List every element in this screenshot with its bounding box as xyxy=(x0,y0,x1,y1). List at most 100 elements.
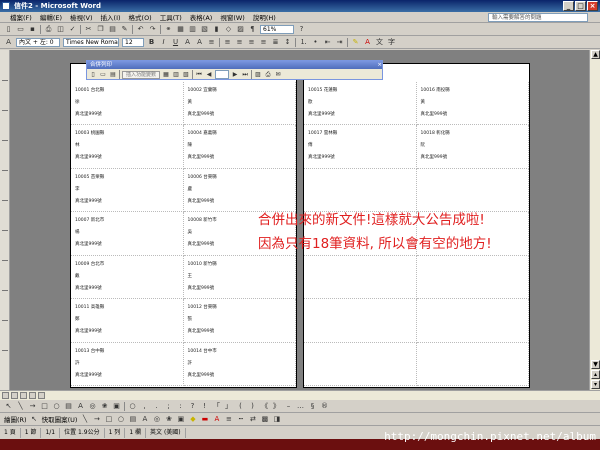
copy-icon[interactable]: ❐ xyxy=(96,25,105,34)
last-record-icon[interactable]: ⏭ xyxy=(241,71,249,79)
oval-icon[interactable]: ○ xyxy=(52,402,61,411)
paren-close-icon[interactable]: ) xyxy=(248,402,257,411)
semicolon-icon[interactable]: ; xyxy=(164,402,173,411)
minimize-button[interactable]: _ xyxy=(563,1,574,11)
scroll-down-icon[interactable]: ▼ xyxy=(591,360,600,369)
arrow-icon[interactable]: → xyxy=(28,402,37,411)
insert-field-button[interactable]: 插入功能變數 xyxy=(122,70,161,79)
main-document-setup-icon[interactable]: ▯ xyxy=(89,71,97,79)
previous-page-icon[interactable]: ▴ xyxy=(591,370,600,379)
draw-wordart-icon[interactable]: A xyxy=(140,415,149,424)
draw-menu-button[interactable]: 繪圖(R) xyxy=(4,414,27,424)
3d-icon[interactable]: ◨ xyxy=(272,415,281,424)
picture-icon[interactable]: ▣ xyxy=(112,402,121,411)
styles-pane-icon[interactable]: A xyxy=(4,38,13,47)
line-style-icon[interactable]: ≡ xyxy=(224,415,233,424)
draw-font-color-icon[interactable]: A xyxy=(212,415,221,424)
empty-label[interactable] xyxy=(416,168,529,213)
mailing-label[interactable]: 10015 花蓮縣歐真北里999號 xyxy=(304,82,417,126)
wordart-icon[interactable]: A xyxy=(76,402,85,411)
menu-tools[interactable]: 工具(T) xyxy=(156,12,186,22)
menu-window[interactable]: 視窗(W) xyxy=(216,12,249,22)
title-mark-icon[interactable]: 《 xyxy=(260,402,269,411)
menu-table[interactable]: 表格(A) xyxy=(186,12,217,22)
columns-icon[interactable]: ▮ xyxy=(212,25,221,34)
insert-address-block-icon[interactable]: ▦ xyxy=(162,71,170,79)
print-icon[interactable]: ⎙ xyxy=(44,25,53,34)
menu-edit[interactable]: 編輯(E) xyxy=(36,12,66,22)
ellipsis-icon[interactable]: … xyxy=(296,402,305,411)
paste-icon[interactable]: ▤ xyxy=(108,25,117,34)
highlight-icon[interactable]: ✎ xyxy=(351,38,360,47)
open-folder-icon[interactable]: ▭ xyxy=(16,25,25,34)
horizontal-scrollbar[interactable] xyxy=(0,390,600,400)
bold-icon[interactable]: B xyxy=(147,38,156,47)
font-color-icon[interactable]: A xyxy=(363,38,372,47)
character-border-icon[interactable]: A xyxy=(183,38,192,47)
recipients-icon[interactable]: ▤ xyxy=(109,71,117,79)
vertical-scrollbar[interactable]: ▲ ▼ ▴ ▾ xyxy=(589,50,600,390)
line-icon[interactable]: ╲ xyxy=(16,402,25,411)
empty-label[interactable] xyxy=(304,299,417,343)
autoshapes-menu-button[interactable]: 快取圖案(U) xyxy=(42,414,78,424)
normal-view-icon[interactable] xyxy=(2,392,9,399)
fill-color-icon[interactable]: ◆ xyxy=(188,415,197,424)
clipart-icon[interactable]: ❀ xyxy=(100,402,109,411)
hyperlink-icon[interactable]: ⚭ xyxy=(164,25,173,34)
reading-layout-icon[interactable] xyxy=(38,392,45,399)
menu-insert[interactable]: 插入(I) xyxy=(97,12,125,22)
justify-icon[interactable]: ≡ xyxy=(259,38,268,47)
line-color-icon[interactable]: ▬ xyxy=(200,415,209,424)
mailing-label[interactable]: 10011 高雄縣鄭真北里999號 xyxy=(71,299,184,343)
mail-merge-toolbar[interactable]: 合併列印 × ▯ ▭ ▤ 插入功能變數 ▦ ▥ ▧ ⏮ ◀ ▶ ⏭ ▨ ⎙ ✉ xyxy=(86,60,383,80)
mailing-label[interactable]: 10002 宜蘭縣黃真北里999號 xyxy=(183,82,296,126)
font-size-select[interactable]: 12 xyxy=(122,37,144,47)
mailing-label[interactable]: 10014 台中市許真北里999號 xyxy=(183,342,296,386)
mailing-label[interactable]: 10004 嘉義縣陳真北里999號 xyxy=(183,125,296,169)
spelling-icon[interactable]: ✓ xyxy=(68,25,77,34)
character-scale-icon[interactable]: ≡ xyxy=(207,38,216,47)
line-spacing-icon[interactable]: ↕ xyxy=(283,38,292,47)
section-icon[interactable]: § xyxy=(308,402,317,411)
maximize-button[interactable]: □ xyxy=(575,1,586,11)
mailing-label[interactable]: 10017 雲林縣傅真北里999號 xyxy=(304,125,417,169)
mailing-label[interactable]: 10012 台東縣張真北里999號 xyxy=(183,299,296,343)
shadow-icon[interactable]: ▩ xyxy=(260,415,269,424)
insert-table-icon[interactable]: ▥ xyxy=(188,25,197,34)
numbering-icon[interactable]: ⒈ xyxy=(299,38,308,47)
mailing-label[interactable]: 10003 桃園縣林真北里999號 xyxy=(71,125,184,169)
mailing-label[interactable]: 10007 新北市楊真北里999號 xyxy=(71,212,184,256)
merge-to-email-icon[interactable]: ✉ xyxy=(274,71,282,79)
underline-icon[interactable]: U xyxy=(171,38,180,47)
dash-icon[interactable]: – xyxy=(284,402,293,411)
mailing-label[interactable]: 10005 苗栗縣李真北里999號 xyxy=(71,168,184,213)
mailing-label[interactable]: 10018 彰化縣阮真北里999號 xyxy=(416,125,529,169)
menu-view[interactable]: 檢視(V) xyxy=(66,12,97,22)
mailing-label[interactable]: 10013 台中縣許真北里999號 xyxy=(71,342,184,386)
record-number-input[interactable] xyxy=(215,70,230,79)
increase-indent-icon[interactable]: ⇥ xyxy=(335,38,344,47)
mailing-label[interactable]: 10001 台北縣徐真北里999號 xyxy=(71,82,184,126)
menu-file[interactable]: 檔案(F) xyxy=(6,12,36,22)
select-arrow-icon[interactable]: ↖ xyxy=(30,415,39,424)
draw-picture-icon[interactable]: ▣ xyxy=(176,415,185,424)
web-layout-icon[interactable] xyxy=(11,392,18,399)
new-document-icon[interactable]: ▯ xyxy=(4,25,13,34)
empty-label[interactable] xyxy=(416,299,529,343)
insert-merge-field-icon[interactable]: ▧ xyxy=(182,71,190,79)
help-icon[interactable]: ? xyxy=(297,25,306,34)
bracket-icon[interactable]: 「 xyxy=(212,402,221,411)
next-page-icon[interactable]: ▾ xyxy=(591,380,600,389)
menu-format[interactable]: 格式(O) xyxy=(125,12,156,22)
scroll-up-icon[interactable]: ▲ xyxy=(591,50,600,59)
arrow-style-icon[interactable]: ⇄ xyxy=(248,415,257,424)
show-hide-icon[interactable]: ¶ xyxy=(248,25,257,34)
draw-clipart-icon[interactable]: ❀ xyxy=(164,415,173,424)
empty-label[interactable] xyxy=(416,342,529,386)
enclose-characters-icon[interactable]: 字 xyxy=(387,38,396,47)
empty-label[interactable] xyxy=(416,255,529,300)
mailing-label[interactable]: 10006 台東縣盧真北里999號 xyxy=(183,168,296,213)
distributed-icon[interactable]: ≣ xyxy=(271,38,280,47)
previous-record-icon[interactable]: ◀ xyxy=(205,71,213,79)
open-data-source-icon[interactable]: ▭ xyxy=(99,71,107,79)
